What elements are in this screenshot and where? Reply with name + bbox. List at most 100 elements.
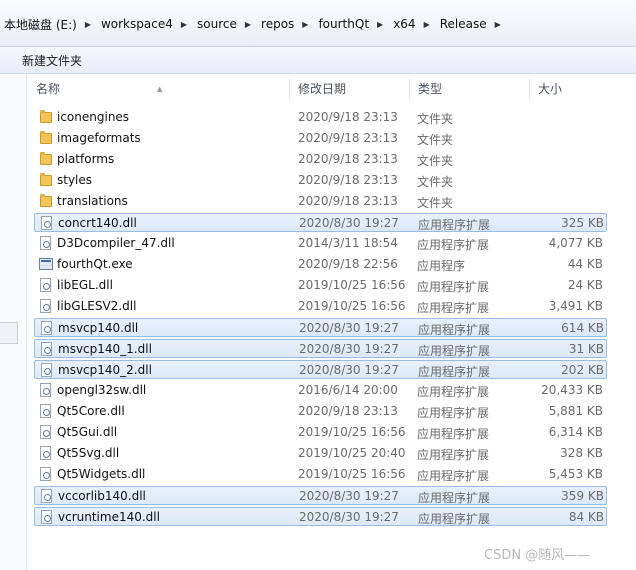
- file-date: 2020/9/18 23:13: [298, 152, 398, 166]
- dll-icon: [40, 404, 51, 418]
- file-row[interactable]: Qt5Core.dll 2020/9/18 23:13 应用程序扩展 5,881 KB: [34, 402, 607, 421]
- breadcrumb-item[interactable]: source: [195, 17, 239, 31]
- file-type: 应用程序扩展: [417, 385, 490, 399]
- file-row[interactable]: concrt140.dll 2020/8/30 19:27 应用程序扩展 325 KB: [34, 213, 607, 232]
- file-row[interactable]: Qt5Gui.dll 2019/10/25 16:56 应用程序扩展 6,314 KB: [34, 423, 607, 442]
- file-date: 2019/10/25 20:40: [298, 446, 406, 460]
- column-name-header[interactable]: 名称 ▲: [27, 74, 288, 102]
- address-bar[interactable]: 本地磁盘 (E:) ▶ workspace4 ▶ source ▶ repos ▶ fourth…: [0, 0, 636, 47]
- navigation-pane[interactable]: [0, 74, 26, 570]
- file-size: 84 KB: [568, 510, 604, 524]
- file-date: 2020/9/18 23:13: [298, 131, 398, 145]
- file-row[interactable]: iconengines 2020/9/18 23:13 文件夹: [34, 108, 607, 127]
- file-name: styles: [57, 173, 93, 187]
- file-size: 4,077 KB: [548, 236, 603, 250]
- breadcrumb-item[interactable]: Release: [438, 17, 489, 31]
- column-date-header[interactable]: 修改日期: [289, 74, 408, 102]
- breadcrumb-separator-icon[interactable]: ▶: [79, 20, 99, 29]
- dll-icon: [40, 446, 51, 460]
- file-date: 2020/8/30 19:27: [299, 321, 399, 335]
- file-name: Qt5Svg.dll: [57, 446, 120, 460]
- file-date: 2020/9/18 22:56: [298, 257, 398, 271]
- dll-icon: [40, 299, 51, 313]
- file-name: vcruntime140.dll: [58, 510, 160, 524]
- column-type-label: 类型: [418, 82, 443, 96]
- file-size: 6,314 KB: [548, 425, 603, 439]
- breadcrumb-item[interactable]: repos: [259, 17, 296, 31]
- file-row[interactable]: Qt5Widgets.dll 2019/10/25 16:56 应用程序扩展 5,45…: [34, 465, 607, 484]
- breadcrumb-separator-icon[interactable]: ▶: [296, 20, 316, 29]
- file-name: fourthQt.exe: [57, 257, 133, 271]
- file-name: Qt5Core.dll: [57, 404, 125, 418]
- file-date: 2019/10/25 16:56: [298, 467, 406, 481]
- file-date: 2020/8/30 19:27: [299, 489, 399, 503]
- dll-icon: [41, 216, 52, 230]
- folder-icon: [40, 131, 52, 144]
- file-row[interactable]: imageformats 2020/9/18 23:13 文件夹: [34, 129, 607, 148]
- file-row[interactable]: styles 2020/9/18 23:13 文件夹: [34, 171, 607, 190]
- file-row[interactable]: libGLESV2.dll 2019/10/25 16:56 应用程序扩展 3,491…: [34, 297, 607, 316]
- file-name: msvcp140_1.dll: [58, 342, 152, 356]
- breadcrumb-item[interactable]: fourthQt: [316, 17, 371, 31]
- breadcrumb-item[interactable]: workspace4: [99, 17, 175, 31]
- file-row[interactable]: fourthQt.exe 2020/9/18 22:56 应用程序 44 KB: [34, 255, 607, 274]
- file-date: 2020/9/18 23:13: [298, 194, 398, 208]
- breadcrumb-item[interactable]: x64: [391, 17, 417, 31]
- breadcrumb-separator-icon[interactable]: ▶: [489, 20, 509, 29]
- column-size-label: 大小: [538, 82, 563, 96]
- new-folder-button[interactable]: 新建文件夹: [22, 52, 82, 69]
- file-name: libEGL.dll: [57, 278, 113, 292]
- file-size: 614 KB: [561, 321, 604, 335]
- file-size: 20,433 KB: [541, 383, 603, 397]
- breadcrumb-separator-icon[interactable]: ▶: [175, 20, 195, 29]
- dll-icon: [40, 383, 51, 397]
- column-date-label: 修改日期: [298, 82, 347, 96]
- breadcrumb-separator-icon[interactable]: ▶: [371, 20, 391, 29]
- file-name: imageformats: [57, 131, 141, 145]
- file-type: 文件夹: [417, 133, 454, 147]
- file-row[interactable]: translations 2020/9/18 23:13 文件夹: [34, 192, 607, 211]
- file-row[interactable]: msvcp140.dll 2020/8/30 19:27 应用程序扩展 614 KB: [34, 318, 607, 337]
- file-type: 应用程序扩展: [417, 469, 490, 483]
- file-date: 2016/6/14 20:00: [298, 383, 398, 397]
- file-type: 应用程序: [417, 259, 466, 273]
- file-size: 359 KB: [561, 489, 604, 503]
- file-row[interactable]: vccorlib140.dll 2020/8/30 19:27 应用程序扩展 359 …: [34, 486, 607, 505]
- file-type: 应用程序扩展: [417, 301, 490, 315]
- navigation-pane-handle[interactable]: [0, 322, 18, 344]
- dll-icon: [41, 489, 52, 503]
- file-row[interactable]: vcruntime140.dll 2020/8/30 19:27 应用程序扩展 84 …: [34, 507, 607, 526]
- file-type: 文件夹: [417, 175, 454, 189]
- dll-icon: [40, 425, 51, 439]
- file-size: 5,881 KB: [548, 404, 603, 418]
- column-type-header[interactable]: 类型: [409, 74, 528, 102]
- breadcrumb-separator-icon[interactable]: ▶: [239, 20, 259, 29]
- dll-icon: [41, 342, 52, 356]
- file-size: 24 KB: [567, 278, 603, 292]
- file-type: 应用程序扩展: [418, 323, 491, 337]
- pane-splitter[interactable]: [26, 74, 27, 570]
- command-bar: 新建文件夹: [0, 47, 636, 74]
- file-date: 2020/8/30 19:27: [299, 216, 399, 230]
- column-size-header[interactable]: 大小: [529, 74, 629, 102]
- file-row[interactable]: platforms 2020/9/18 23:13 文件夹: [34, 150, 607, 169]
- file-row[interactable]: libEGL.dll 2019/10/25 16:56 应用程序扩展 24 KB: [34, 276, 607, 295]
- file-date: 2019/10/25 16:56: [298, 278, 406, 292]
- breadcrumb-item[interactable]: 本地磁盘 (E:): [2, 16, 79, 33]
- file-name: msvcp140.dll: [58, 321, 139, 335]
- file-name: iconengines: [57, 110, 130, 124]
- file-row[interactable]: D3Dcompiler_47.dll 2014/3/11 18:54 应用程序扩展 4…: [34, 234, 607, 253]
- breadcrumb-separator-icon[interactable]: ▶: [418, 20, 438, 29]
- file-row[interactable]: Qt5Svg.dll 2019/10/25 20:40 应用程序扩展 328 KB: [34, 444, 607, 463]
- file-row[interactable]: msvcp140_1.dll 2020/8/30 19:27 应用程序扩展 31 KB: [34, 339, 607, 358]
- file-size: 31 KB: [568, 342, 604, 356]
- file-type: 文件夹: [417, 112, 454, 126]
- file-date: 2019/10/25 16:56: [298, 425, 406, 439]
- file-row[interactable]: opengl32sw.dll 2016/6/14 20:00 应用程序扩展 20,43…: [34, 381, 607, 400]
- file-type: 应用程序扩展: [418, 512, 491, 526]
- dll-icon: [40, 278, 51, 292]
- file-row[interactable]: msvcp140_2.dll 2020/8/30 19:27 应用程序扩展 202 K…: [34, 360, 607, 379]
- column-name-label: 名称: [36, 82, 61, 96]
- file-date: 2020/9/18 23:13: [298, 404, 398, 418]
- file-type: 应用程序扩展: [417, 280, 490, 294]
